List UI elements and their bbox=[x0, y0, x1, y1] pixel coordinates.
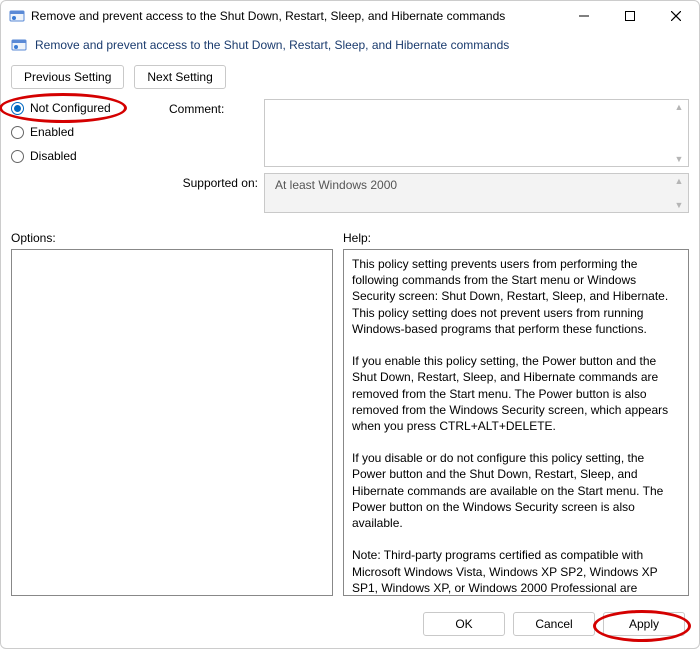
ok-button[interactable]: OK bbox=[423, 612, 505, 636]
window-controls bbox=[561, 1, 699, 31]
radio-label: Not Configured bbox=[30, 101, 111, 115]
apply-button[interactable]: Apply bbox=[603, 612, 685, 636]
close-button[interactable] bbox=[653, 1, 699, 31]
next-setting-button[interactable]: Next Setting bbox=[134, 65, 225, 89]
scroll-down-icon: ▼ bbox=[675, 154, 684, 164]
state-radio-group: Not Configured Enabled Disabled bbox=[11, 99, 151, 219]
comment-scrollbar[interactable]: ▲ ▼ bbox=[672, 102, 686, 164]
cancel-button[interactable]: Cancel bbox=[513, 612, 595, 636]
options-label: Options: bbox=[11, 231, 333, 245]
comment-input[interactable]: ▲ ▼ bbox=[264, 99, 689, 167]
footer: OK Cancel Apply bbox=[1, 604, 699, 648]
panes: This policy setting prevents users from … bbox=[1, 249, 699, 604]
comment-label: Comment: bbox=[169, 99, 264, 167]
policy-header: Remove and prevent access to the Shut Do… bbox=[1, 31, 699, 61]
supported-scrollbar[interactable]: ▲ ▼ bbox=[672, 176, 686, 210]
pane-labels: Options: Help: bbox=[1, 221, 699, 249]
radio-label: Disabled bbox=[30, 149, 77, 163]
radio-icon bbox=[11, 102, 24, 115]
scroll-down-icon: ▼ bbox=[675, 200, 684, 210]
supported-on-field: At least Windows 2000 ▲ ▼ bbox=[264, 173, 689, 213]
policy-title: Remove and prevent access to the Shut Do… bbox=[35, 38, 509, 52]
radio-icon bbox=[11, 150, 24, 163]
supported-label: Supported on: bbox=[169, 173, 264, 213]
scroll-up-icon: ▲ bbox=[675, 176, 684, 186]
fields: Comment: ▲ ▼ Supported on: At least Wind… bbox=[169, 99, 689, 219]
radio-icon bbox=[11, 126, 24, 139]
maximize-button[interactable] bbox=[607, 1, 653, 31]
window-title: Remove and prevent access to the Shut Do… bbox=[31, 9, 561, 23]
minimize-button[interactable] bbox=[561, 1, 607, 31]
help-text: This policy setting prevents users from … bbox=[352, 257, 671, 596]
supported-value: At least Windows 2000 bbox=[275, 178, 397, 192]
help-pane[interactable]: This policy setting prevents users from … bbox=[343, 249, 689, 596]
radio-enabled[interactable]: Enabled bbox=[11, 125, 151, 139]
previous-setting-button[interactable]: Previous Setting bbox=[11, 65, 124, 89]
options-pane[interactable] bbox=[11, 249, 333, 596]
policy-icon bbox=[11, 37, 27, 53]
radio-label: Enabled bbox=[30, 125, 74, 139]
scroll-up-icon: ▲ bbox=[675, 102, 684, 112]
policy-icon bbox=[9, 8, 25, 24]
nav-row: Previous Setting Next Setting bbox=[1, 61, 699, 99]
radio-not-configured[interactable]: Not Configured bbox=[11, 101, 151, 115]
help-label: Help: bbox=[343, 231, 371, 245]
titlebar: Remove and prevent access to the Shut Do… bbox=[1, 1, 699, 31]
config-area: Not Configured Enabled Disabled Comment:… bbox=[1, 99, 699, 221]
radio-disabled[interactable]: Disabled bbox=[11, 149, 151, 163]
